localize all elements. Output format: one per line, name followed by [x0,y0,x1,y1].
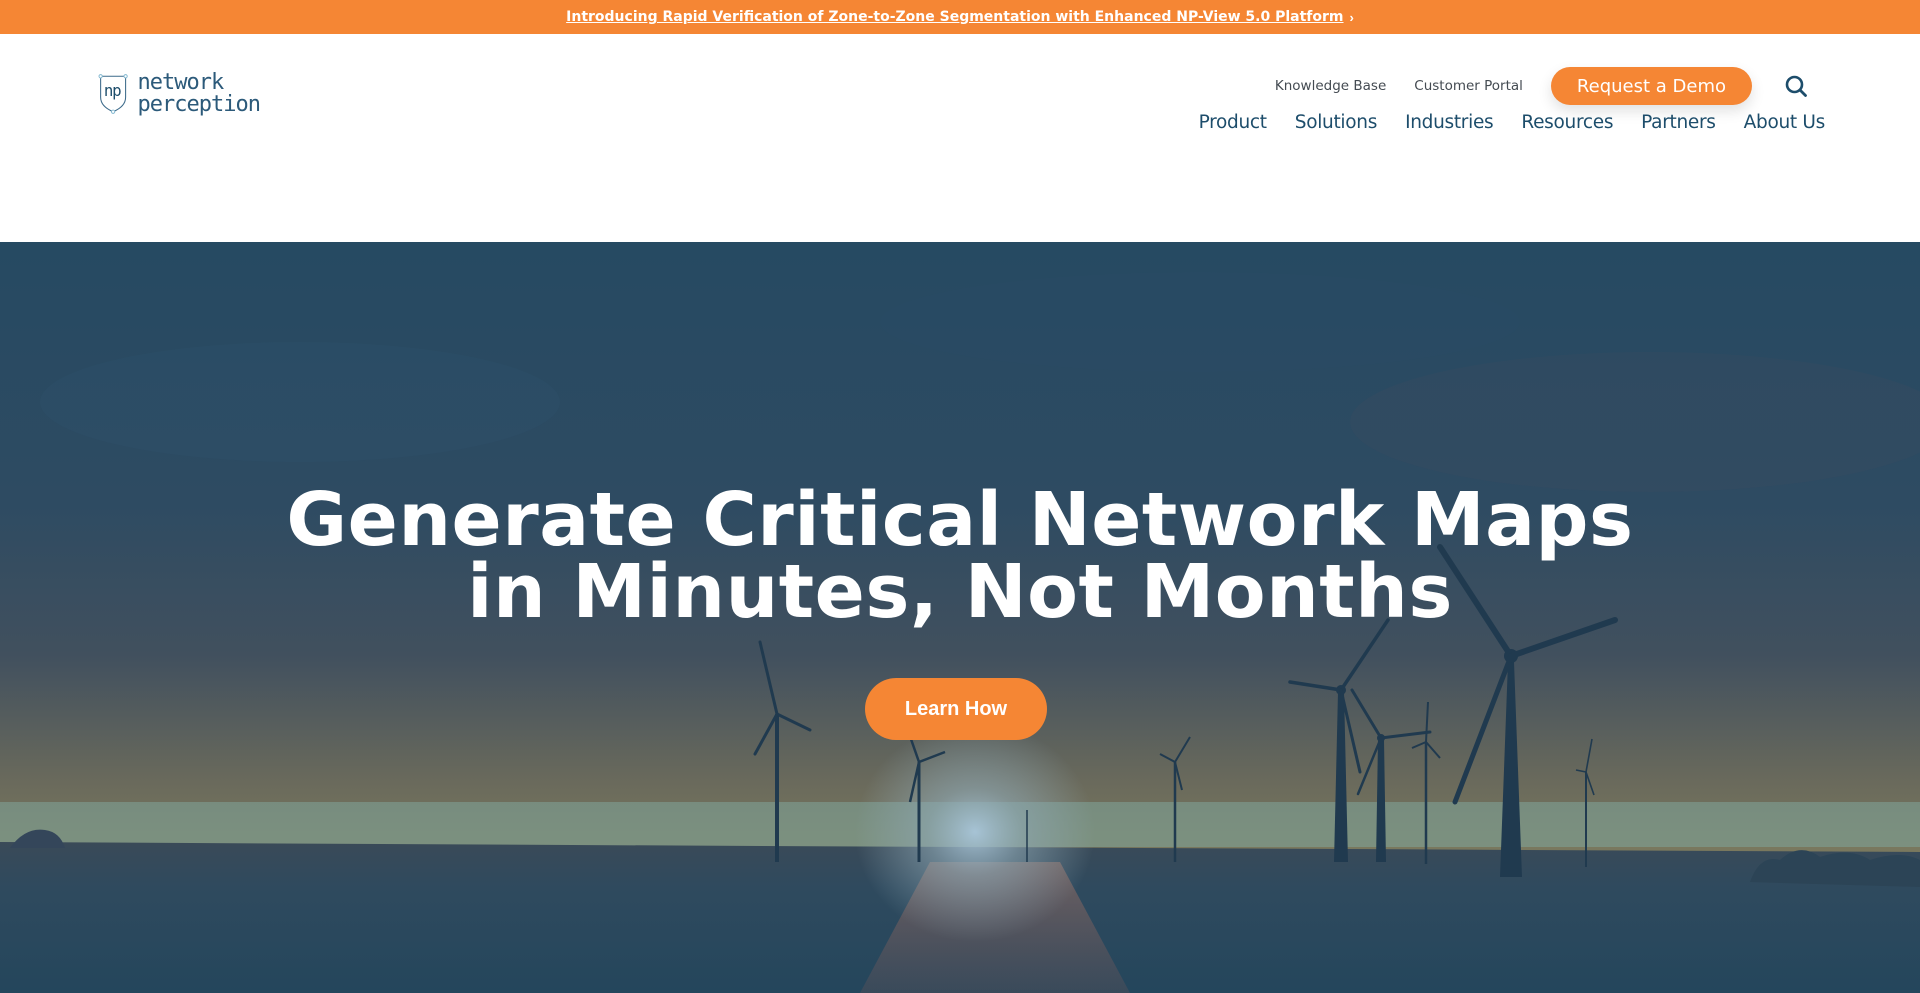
nav-product[interactable]: Product [1199,112,1267,133]
logo[interactable]: np network perception [98,64,261,124]
hero-title-line-1: Generate Critical Network Maps [286,477,1634,563]
learn-how-button[interactable]: Learn How [865,678,1047,740]
announcement-link[interactable]: Introducing Rapid Verification of Zone-t… [566,9,1343,25]
nav-about-us[interactable]: About Us [1744,112,1826,133]
shield-logo-icon: np [98,74,128,114]
customer-portal-link[interactable]: Customer Portal [1414,78,1523,94]
request-demo-button[interactable]: Request a Demo [1550,67,1752,105]
nav-resources[interactable]: Resources [1521,112,1613,133]
search-button[interactable] [1782,72,1810,100]
knowledge-base-link[interactable]: Knowledge Base [1275,78,1386,94]
hero-content: Generate Critical Network Maps in Minute… [0,242,1920,993]
site-header: np network perception Knowledge Base Cus… [0,34,1920,242]
nav-solutions[interactable]: Solutions [1295,112,1378,133]
nav-partners[interactable]: Partners [1641,112,1716,133]
logo-wordmark: network perception [137,70,261,117]
hero-title: Generate Critical Network Maps in Minute… [0,477,1920,635]
chevron-right-icon: › [1349,9,1354,25]
hero-title-line-2: in Minutes, Not Months [467,549,1453,635]
search-icon [1785,75,1807,97]
main-nav: Product Solutions Industries Resources P… [1171,106,1826,138]
announcement-bar: Introducing Rapid Verification of Zone-t… [0,0,1920,34]
logo-line-1: network [137,70,225,95]
hero-section: Generate Critical Network Maps in Minute… [0,242,1920,993]
announcement-text: Introducing Rapid Verification of Zone-t… [566,9,1344,25]
nav-industries[interactable]: Industries [1405,112,1494,133]
svg-text:np: np [104,81,121,100]
logo-line-2: perception [137,92,261,117]
utility-nav: Knowledge Base Customer Portal Request a… [1275,66,1810,106]
